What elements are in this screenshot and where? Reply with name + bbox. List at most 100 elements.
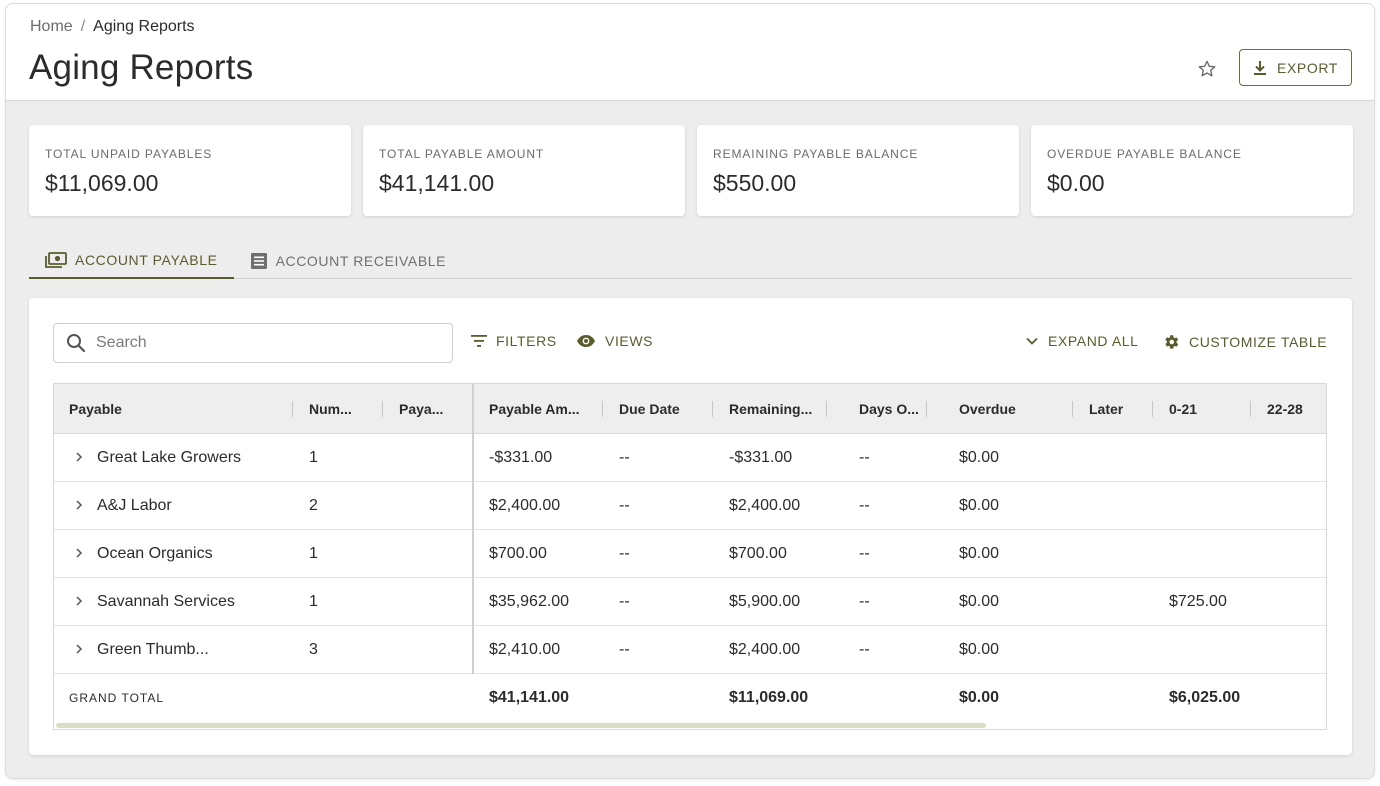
pinned-column-divider [472, 384, 474, 674]
card-label: TOTAL PAYABLE AMOUNT [379, 147, 545, 161]
aging-table: Payable Num... Paya... Payable Am... Due… [53, 383, 1327, 730]
chevron-right-icon[interactable] [72, 498, 86, 512]
horizontal-scrollbar[interactable] [56, 723, 986, 728]
column-header-payable[interactable]: Payable [69, 384, 269, 434]
tab-label: ACCOUNT RECEIVABLE [275, 252, 447, 269]
card-value: $0.00 [1047, 170, 1105, 196]
table-panel: FILTERS VIEWS EXPAND ALL CUSTOMIZE TABLE… [29, 298, 1352, 755]
summary-card-remaining-balance: REMAINING PAYABLE BALANCE $550.00 [697, 125, 1019, 216]
table-row[interactable]: Green Thumb... 3 $2,410.00 -- $2,400.00 … [54, 626, 1326, 674]
page-header: Home / Aging Reports Aging Reports EXPOR… [6, 4, 1374, 101]
card-label: REMAINING PAYABLE BALANCE [713, 147, 919, 161]
cell-due-date: -- [619, 544, 630, 562]
cell-overdue: $0.00 [959, 496, 1000, 514]
filter-icon [471, 335, 487, 347]
views-button[interactable]: VIEWS [576, 333, 653, 349]
favorite-star-icon[interactable] [1194, 56, 1220, 82]
total-remaining: $11,069.00 [729, 688, 809, 706]
column-header-due-date[interactable]: Due Date [619, 384, 719, 434]
gear-icon [1162, 333, 1180, 351]
table-row[interactable]: Great Lake Growers 1 -$331.00 -- -$331.0… [54, 434, 1326, 482]
eye-icon [576, 334, 596, 348]
views-label: VIEWS [605, 333, 654, 349]
column-header-22-28[interactable]: 22-28 [1267, 384, 1326, 434]
tab-account-payable[interactable]: ACCOUNT PAYABLE [29, 242, 234, 279]
breadcrumb: Home / Aging Reports [30, 18, 195, 36]
tab-account-receivable[interactable]: ACCOUNT RECEIVABLE [234, 242, 463, 279]
chevron-right-icon[interactable] [72, 450, 86, 464]
column-header-overdue[interactable]: Overdue [959, 384, 1059, 434]
table-row[interactable]: Ocean Organics 1 $700.00 -- $700.00 -- $… [54, 530, 1326, 578]
cell-due-date: -- [619, 592, 630, 610]
table-header: Payable Num... Paya... Payable Am... Due… [54, 384, 1326, 434]
receipt-icon [250, 252, 268, 270]
breadcrumb-home-link[interactable]: Home [30, 18, 73, 36]
chevron-right-icon[interactable] [72, 594, 86, 608]
cell-remaining: $700.00 [729, 544, 787, 562]
table-row[interactable]: A&J Labor 2 $2,400.00 -- $2,400.00 -- $0… [54, 482, 1326, 530]
chevron-right-icon[interactable] [72, 546, 86, 560]
search-box [53, 323, 453, 363]
cell-days-overdue: -- [859, 448, 870, 466]
cell-amount: $35,962.00 [489, 592, 570, 610]
column-resizer[interactable] [602, 401, 603, 417]
cell-remaining: -$331.00 [729, 448, 793, 466]
cell-days-overdue: -- [859, 544, 870, 562]
column-resizer[interactable] [826, 401, 827, 417]
cell-overdue: $0.00 [959, 592, 1000, 610]
filters-button[interactable]: FILTERS [471, 333, 557, 349]
summary-card-total-unpaid: TOTAL UNPAID PAYABLES $11,069.00 [29, 125, 351, 216]
column-resizer[interactable] [382, 401, 383, 417]
column-resizer[interactable] [1250, 401, 1251, 417]
cell-amount: $2,400.00 [489, 496, 561, 514]
column-header-paya[interactable]: Paya... [399, 384, 469, 434]
cell-amount: $2,410.00 [489, 640, 561, 658]
cell-num: 1 [309, 544, 318, 562]
chevron-down-icon [1025, 336, 1039, 346]
cell-num: 3 [309, 640, 318, 658]
column-header-later[interactable]: Later [1089, 384, 1149, 434]
cell-num: 1 [309, 592, 318, 610]
column-header-days-overdue[interactable]: Days O... [859, 384, 929, 434]
search-input[interactable] [96, 334, 416, 352]
column-resizer[interactable] [712, 401, 713, 417]
cell-due-date: -- [619, 448, 630, 466]
card-value: $11,069.00 [45, 170, 159, 196]
card-label: OVERDUE PAYABLE BALANCE [1047, 147, 1242, 161]
report-tabs: ACCOUNT PAYABLE ACCOUNT RECEIVABLE [29, 242, 1352, 279]
customize-table-button[interactable]: CUSTOMIZE TABLE [1162, 333, 1327, 351]
column-header-0-21[interactable]: 0-21 [1169, 384, 1239, 434]
expand-all-label: EXPAND ALL [1048, 333, 1139, 349]
column-header-remaining[interactable]: Remaining... [729, 384, 824, 434]
column-resizer[interactable] [292, 401, 293, 417]
cell-amount: -$331.00 [489, 448, 553, 466]
cell-due-date: -- [619, 640, 630, 658]
expand-all-button[interactable]: EXPAND ALL [1025, 333, 1139, 349]
download-icon [1253, 60, 1267, 76]
search-icon [66, 333, 86, 353]
grand-total-row: GRAND TOTAL $41,141.00 $11,069.00 $0.00 … [54, 674, 1326, 722]
cell-due-date: -- [619, 496, 630, 514]
cell-0-21: $725.00 [1169, 592, 1227, 610]
column-resizer[interactable] [926, 401, 927, 417]
cell-days-overdue: -- [859, 496, 870, 514]
cell-payable: A&J Labor [97, 496, 172, 514]
cell-overdue: $0.00 [959, 448, 1000, 466]
column-header-payable-amount[interactable]: Payable Am... [489, 384, 594, 434]
export-button[interactable]: EXPORT [1239, 49, 1352, 86]
total-overdue: $0.00 [959, 688, 1000, 706]
export-label: EXPORT [1277, 59, 1338, 76]
cell-remaining: $2,400.00 [729, 496, 801, 514]
chevron-right-icon[interactable] [72, 642, 86, 656]
column-header-num[interactable]: Num... [309, 384, 379, 434]
column-resizer[interactable] [1152, 401, 1153, 417]
cell-days-overdue: -- [859, 640, 870, 658]
cell-amount: $700.00 [489, 544, 547, 562]
breadcrumb-current: Aging Reports [93, 18, 195, 35]
table-row[interactable]: Savannah Services 1 $35,962.00 -- $5,900… [54, 578, 1326, 626]
tab-label: ACCOUNT PAYABLE [75, 251, 218, 268]
column-resizer[interactable] [1072, 401, 1073, 417]
cell-num: 2 [309, 496, 318, 514]
grand-total-label: GRAND TOTAL [69, 690, 165, 705]
card-value: $550.00 [713, 170, 797, 196]
